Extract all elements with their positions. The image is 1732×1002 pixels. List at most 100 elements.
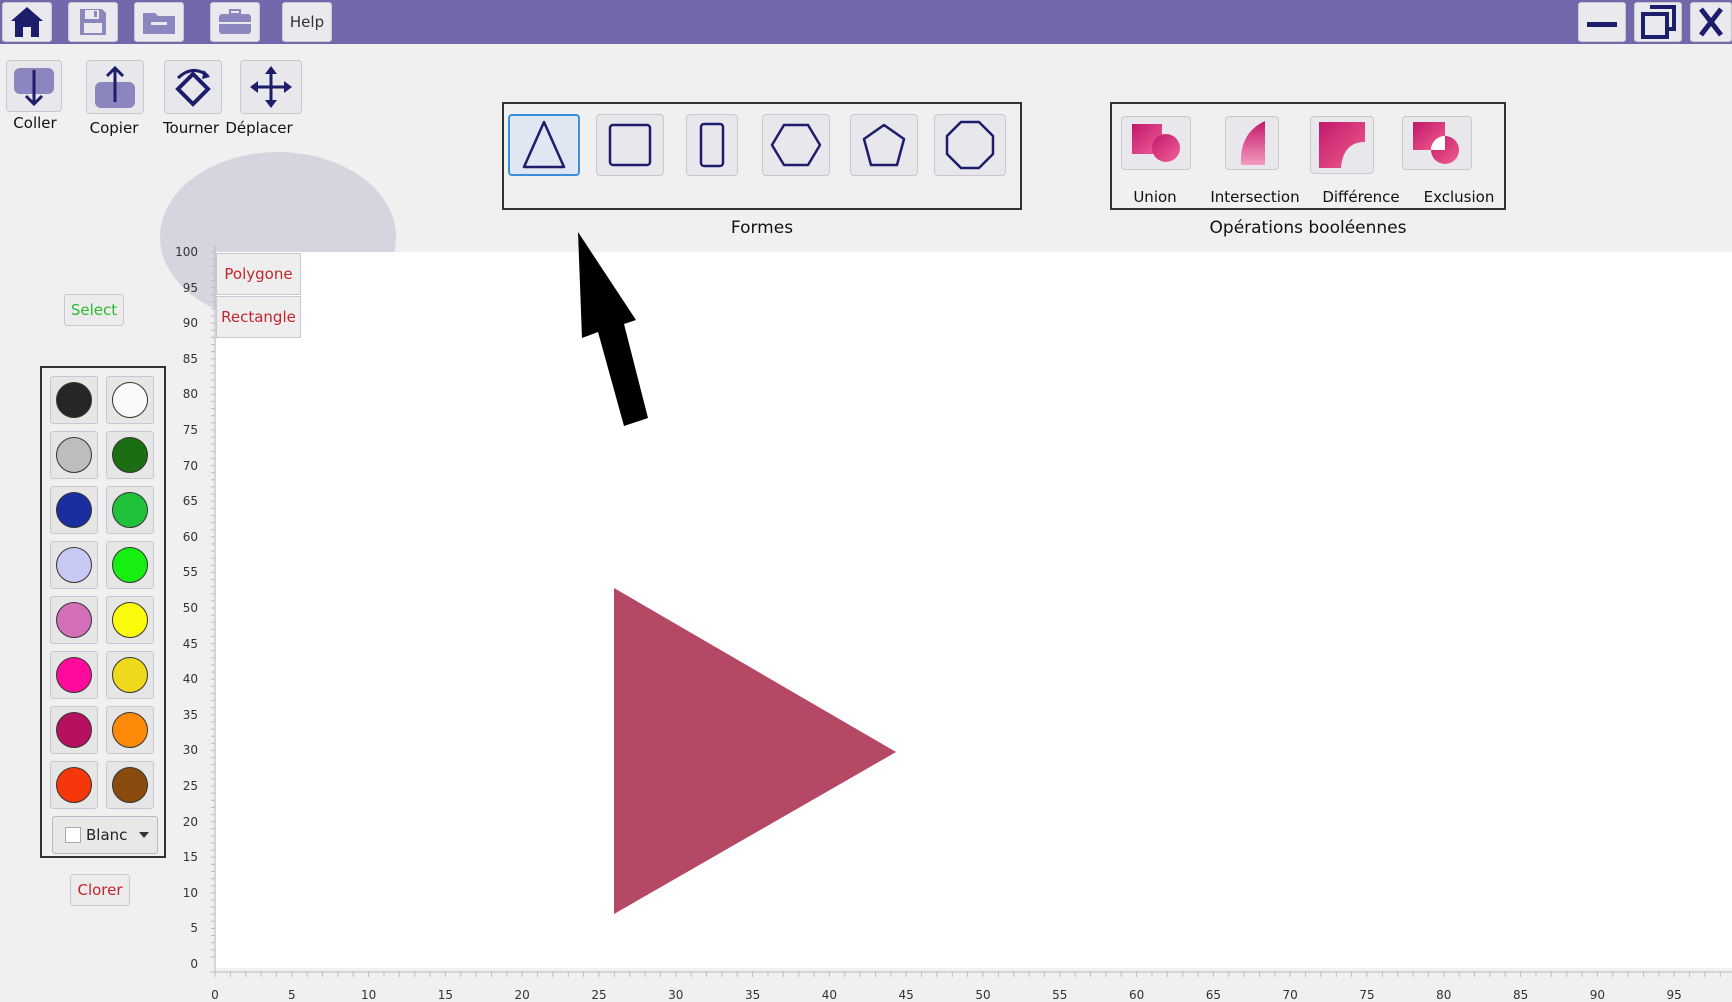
home-icon [11,7,43,37]
y-tick-label: 0 [190,957,198,971]
rotate-icon [175,69,211,107]
x-tick-label: 0 [211,988,219,1002]
color-swatch-dot [112,382,148,418]
tab-polygon[interactable]: Polygone [216,253,301,295]
x-tick-label: 60 [1128,988,1145,1002]
color-swatch[interactable] [50,541,98,589]
color-swatch-dot [112,602,148,638]
drawing-canvas[interactable] [216,252,1732,968]
color-swatch[interactable] [50,486,98,534]
color-swatch[interactable] [50,706,98,754]
y-tick-label: 75 [182,423,198,437]
color-swatch[interactable] [50,596,98,644]
open-folder-button[interactable] [134,2,184,42]
help-button[interactable]: Help [282,2,332,42]
exclusion-label: Exclusion [1423,188,1495,206]
difference-button[interactable] [1310,116,1374,174]
briefcase-button[interactable] [210,2,260,42]
color-swatch[interactable] [106,431,154,479]
minimize-button[interactable] [1578,2,1626,42]
paste-label: Coller [13,114,57,132]
color-swatch[interactable] [50,651,98,699]
save-icon [80,9,106,35]
x-tick-label: 45 [898,988,914,1002]
color-swatch[interactable] [50,376,98,424]
color-swatch[interactable] [106,706,154,754]
paste-icon [14,68,54,107]
color-swatch-dot [56,547,92,583]
tab-rectangle[interactable]: Rectangle [216,296,301,338]
save-button[interactable] [68,2,118,42]
color-swatch-dot [56,657,92,693]
copy-button[interactable] [86,60,144,114]
rectangle-icon [699,122,725,168]
select-button[interactable]: Select [64,294,124,326]
color-swatch-dot [56,602,92,638]
y-tick-label: 55 [182,565,198,580]
x-tick-label: 40 [821,988,838,1002]
color-swatch-dot [112,547,148,583]
y-tick-label: 85 [182,351,198,366]
shape-hexagon-button[interactable] [762,114,830,176]
close-icon [1699,7,1723,37]
x-tick-label: 20 [514,988,530,1002]
maximize-button[interactable] [1634,2,1682,42]
color-swatch[interactable] [106,761,154,809]
color-swatch[interactable] [106,486,154,534]
drawn-triangle[interactable] [614,588,896,914]
hexagon-icon [770,123,822,167]
exclusion-button[interactable] [1402,116,1472,170]
shape-rectangle-button[interactable] [686,114,738,176]
x-tick-label: 55 [1052,988,1068,1002]
difference-label: Différence [1322,188,1400,206]
shape-triangle-button[interactable] [508,114,580,176]
restore-icon [1641,5,1676,39]
shape-pentagon-button[interactable] [850,114,918,176]
color-swatch-dot [112,657,148,693]
color-swatch-dot [56,492,92,528]
y-axis: 100 95 90 85 80 75 70 65 60 55 50 45 40 35 30 25 20 15 10 5… [170,245,216,976]
color-swatch[interactable] [50,431,98,479]
paste-button[interactable] [6,60,62,112]
union-icon [1132,124,1180,162]
x-tick-label: 30 [668,988,684,1002]
y-tick-label: 40 [182,672,198,687]
color-swatch[interactable] [106,541,154,589]
pentagon-icon [862,123,906,167]
x-tick-label: 70 [1282,988,1298,1002]
union-label: Union [1133,188,1177,206]
color-swatch-dot [56,767,92,803]
x-tick-label: 15 [437,988,454,1002]
home-button[interactable] [2,2,52,42]
color-dropdown-value: Blanc [86,826,128,844]
x-tick-label: 75 [1359,988,1375,1002]
x-axis-ruler [210,971,1732,977]
move-button[interactable] [240,60,302,114]
boolean-ops-group-title: Opérations booléennes [1209,218,1407,238]
color-swatch-dot [56,382,92,418]
color-swatch[interactable] [106,596,154,644]
move-icon [250,66,292,108]
union-button[interactable] [1121,116,1191,170]
clear-button[interactable]: Clorer [70,874,130,906]
color-dropdown[interactable]: Blanc [52,816,158,854]
move-label: Déplacer [225,119,293,137]
x-tick-label: 95 [1666,988,1682,1002]
color-swatch[interactable] [106,651,154,699]
intersection-button[interactable] [1225,116,1279,170]
shape-octagon-button[interactable] [934,114,1006,176]
y-tick-label: 90 [182,316,198,331]
shape-square-button[interactable] [596,114,664,176]
y-tick-label: 25 [182,779,198,793]
color-preview-swatch [65,827,81,843]
exclusion-icon [1413,122,1459,164]
color-swatch-dot [112,437,148,473]
close-button[interactable] [1690,2,1732,42]
y-axis-ruler [211,246,216,976]
color-swatch-dot [112,767,148,803]
color-swatch[interactable] [106,376,154,424]
triangle-icon [522,120,566,169]
rotate-button[interactable] [164,60,222,114]
intersection-label: Intersection [1210,188,1300,206]
color-swatch[interactable] [50,761,98,809]
